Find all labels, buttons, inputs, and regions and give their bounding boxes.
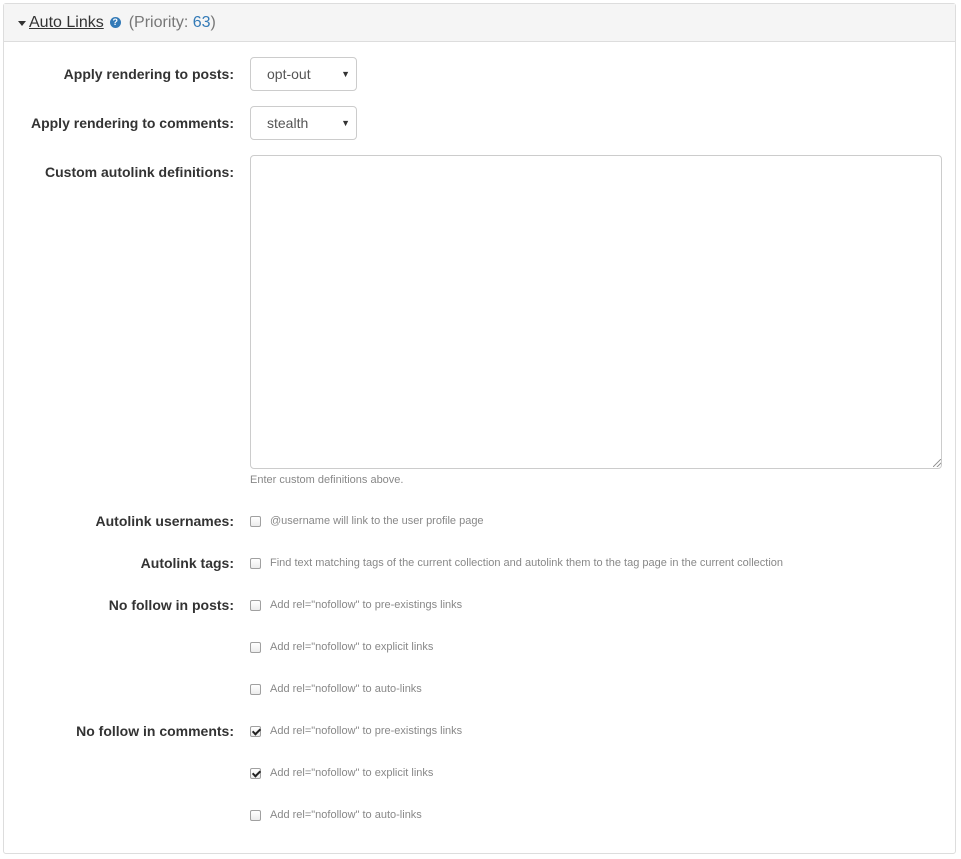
select-arrow-icon: ▼	[341, 118, 350, 128]
nofollow-comments-explicit-checkbox[interactable]	[250, 767, 261, 779]
question-circle-icon[interactable]: ?	[109, 17, 121, 28]
nofollow-posts-explicit-checkbox[interactable]	[250, 641, 261, 653]
autolink-usernames-checkbox[interactable]	[250, 515, 261, 527]
posts-rendering-label: Apply rendering to posts:	[63, 66, 234, 82]
auto-links-toggle[interactable]: Auto Links	[18, 14, 104, 32]
auto-links-panel: Auto Links ? (Priority: 63) Apply render…	[3, 3, 956, 854]
nofollow-posts-option: Add rel="nofollow" to auto-links	[250, 683, 422, 695]
panel-heading: Auto Links ? (Priority: 63)	[4, 4, 955, 42]
autolink-usernames-label: Autolink usernames:	[95, 513, 234, 529]
nofollow-posts-option: Add rel="nofollow" to pre-existings link…	[250, 599, 462, 611]
priority-label: (Priority: 63)	[128, 13, 216, 31]
autolink-tags-text: Find text matching tags of the current c…	[270, 557, 784, 569]
nofollow-posts-label: No follow in posts:	[108, 597, 234, 613]
panel-title: Auto Links	[29, 13, 104, 31]
nofollow-comments-explicit-text: Add rel="nofollow" to explicit links	[270, 767, 434, 779]
nofollow-comments-option: Add rel="nofollow" to explicit links	[250, 767, 433, 779]
nofollow-posts-option: Add rel="nofollow" to explicit links	[250, 641, 433, 653]
nofollow-comments-autolinks-text: Add rel="nofollow" to auto-links	[270, 809, 422, 821]
nofollow-comments-autolinks-checkbox[interactable]	[250, 809, 261, 821]
autolink-tags-checkbox[interactable]	[250, 557, 261, 569]
autolink-usernames-text: @username will link to the user profile …	[270, 515, 484, 527]
comments-rendering-select[interactable]: stealth ▼	[250, 106, 357, 140]
autolink-tags-label: Autolink tags:	[140, 555, 234, 571]
nofollow-posts-preexisting-text: Add rel="nofollow" to pre-existings link…	[270, 599, 463, 611]
priority-value: 63	[192, 13, 211, 31]
nofollow-comments-label: No follow in comments:	[76, 723, 234, 739]
nofollow-posts-autolinks-checkbox[interactable]	[250, 683, 261, 695]
autolink-usernames-option: @username will link to the user profile …	[250, 515, 484, 527]
autolink-tags-option: Find text matching tags of the current c…	[250, 557, 783, 569]
nofollow-comments-option: Add rel="nofollow" to auto-links	[250, 809, 422, 821]
nofollow-posts-autolinks-text: Add rel="nofollow" to auto-links	[270, 683, 422, 695]
custom-definitions-label: Custom autolink definitions:	[45, 164, 234, 180]
nofollow-posts-explicit-text: Add rel="nofollow" to explicit links	[270, 641, 434, 653]
custom-definitions-textarea[interactable]	[250, 155, 942, 469]
custom-definitions-help: Enter custom definitions above.	[250, 474, 404, 486]
nofollow-comments-preexisting-checkbox[interactable]	[250, 725, 261, 737]
posts-rendering-value: opt-out	[267, 66, 311, 82]
nofollow-comments-preexisting-text: Add rel="nofollow" to pre-existings link…	[270, 725, 463, 737]
resize-handle-icon[interactable]	[933, 459, 941, 467]
nofollow-posts-preexisting-checkbox[interactable]	[250, 599, 261, 611]
comments-rendering-label: Apply rendering to comments:	[30, 115, 234, 131]
select-arrow-icon: ▼	[341, 69, 350, 79]
nofollow-comments-option: Add rel="nofollow" to pre-existings link…	[250, 725, 462, 737]
caret-down-icon	[18, 21, 26, 26]
comments-rendering-value: stealth	[267, 115, 309, 131]
posts-rendering-select[interactable]: opt-out ▼	[250, 57, 357, 91]
